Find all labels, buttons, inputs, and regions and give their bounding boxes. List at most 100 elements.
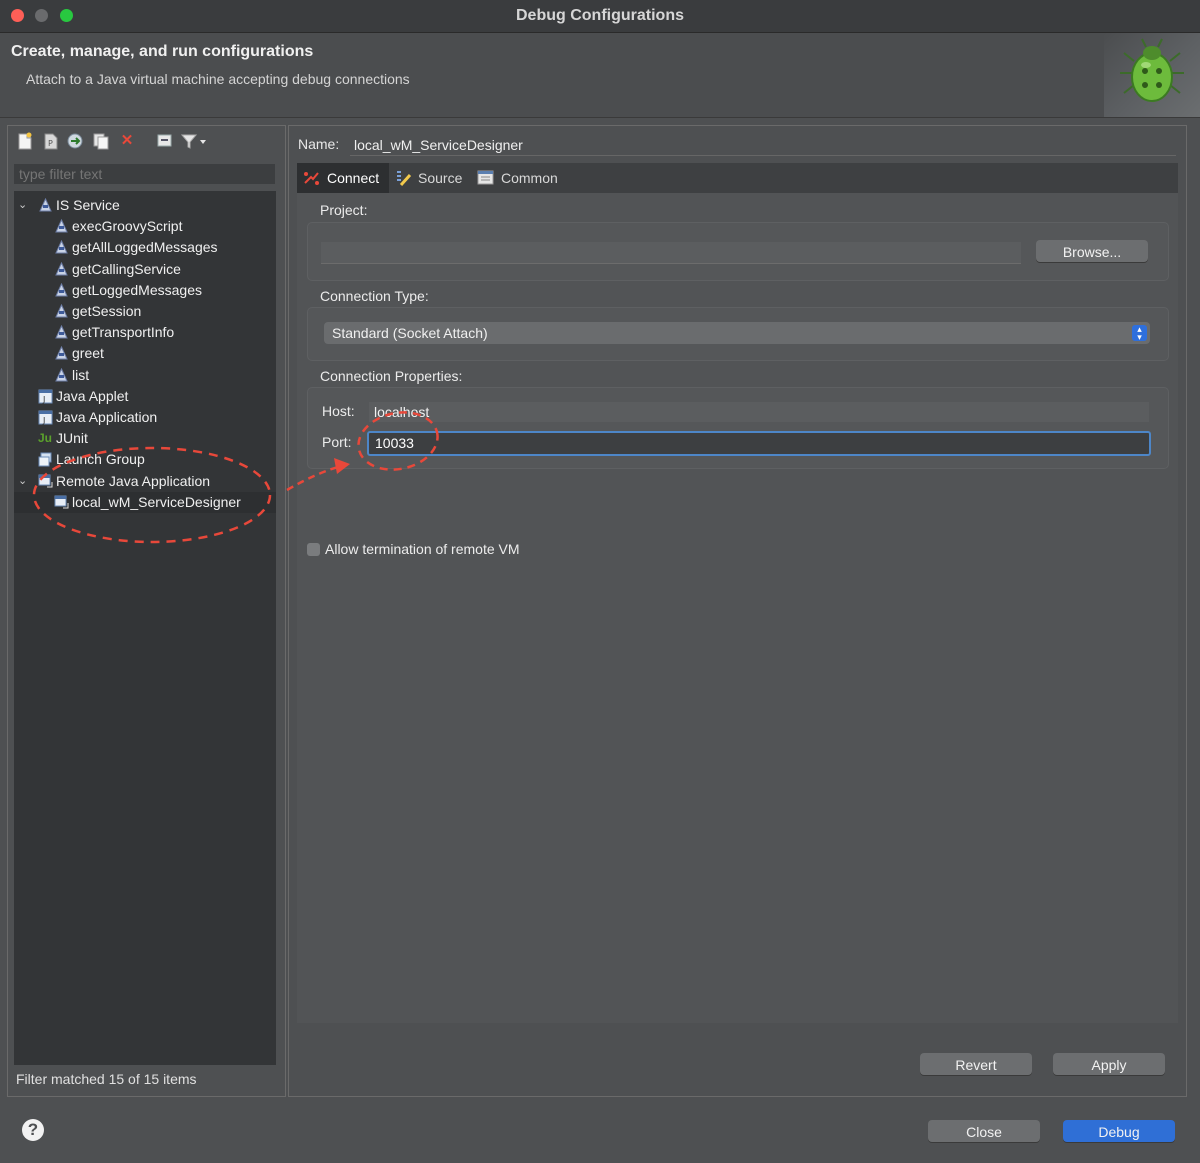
connection-type-label: Connection Type: [320,288,429,304]
window-title: Debug Configurations [516,7,684,24]
revert-button[interactable]: Revert [920,1053,1032,1075]
tree-item-label: list [72,366,90,383]
connection-type-group: Standard (Socket Attach) ▴ ▾ [307,307,1169,361]
tree-item-label: getSession [72,303,142,319]
tab-source[interactable]: Source [389,163,471,193]
browse-button[interactable]: Browse... [1036,240,1148,262]
tree-item-label: Launch Group [56,451,145,468]
configuration-editor: Name: Connect Source Common [288,125,1187,1097]
filter-icon[interactable] [180,132,208,150]
tree-item-label: Java Application [56,409,158,425]
launch-group-icon [38,452,53,467]
junit-icon: Ju [37,431,52,446]
tab-common[interactable]: Common [471,163,571,193]
tree-item-label: JUnit [56,430,88,447]
chevron-updown-icon: ▴ ▾ [1132,325,1147,342]
common-icon [477,170,494,186]
remote-java-icon [38,474,53,489]
tab-connect[interactable]: Connect [297,163,389,193]
tree-item[interactable]: Ju JUnit [14,428,276,449]
close-button[interactable]: Close [928,1120,1040,1142]
tree-item-label: Remote Java Application [56,472,211,489]
tree-item[interactable]: getCallingService [14,259,276,280]
allow-termination-checkbox[interactable] [307,543,320,556]
apply-button[interactable]: Apply [1053,1053,1165,1075]
is-service-icon [54,324,69,340]
tab-connect-label: Connect [327,170,380,186]
svg-text:P: P [48,139,53,148]
host-field[interactable]: localhost [369,402,1149,422]
project-field[interactable] [321,242,1021,264]
tree-item-label: greet [72,345,104,362]
is-service-icon [38,197,53,213]
host-label: Host: [322,403,355,419]
port-field[interactable]: 10033 [367,431,1151,456]
export-icon[interactable] [66,132,84,150]
new-config-icon[interactable] [16,132,34,150]
is-service-icon [54,240,69,255]
java-app-icon: J [38,389,53,404]
delete-icon[interactable]: ✕ [118,132,136,150]
dialog-header: Create, manage, and run configurations A… [0,33,1200,118]
name-label: Name: [298,136,340,152]
tree-item[interactable]: getTransportInfo [14,322,276,343]
svg-text:J: J [42,416,45,425]
port-label: Port: [322,434,352,450]
tab-common-label: Common [501,170,558,186]
tab-source-label: Source [418,170,463,186]
connect-icon [303,170,320,186]
project-label: Project: [320,202,368,218]
is-service-icon [54,367,69,383]
chevron-down-icon[interactable]: ⌄ [18,195,30,216]
collapse-all-icon[interactable] [156,132,174,150]
tree-item-label: getAllLoggedMessages [72,239,218,256]
is-service-icon [54,282,69,298]
new-prototype-icon[interactable]: P [42,132,60,150]
tree-item-label: Java Applet [56,387,129,404]
tree-item[interactable]: ⌄ IS Service [14,195,276,216]
debug-bug-icon [1104,33,1200,117]
project-group: Browse... [307,222,1169,281]
tree-item[interactable]: local_wM_ServiceDesigner [14,491,276,513]
chevron-down-icon[interactable]: ⌄ [18,471,30,492]
tree-item-label: getLoggedMessages [72,281,202,298]
tree-item[interactable]: ⌄ Remote Java Application [14,471,276,492]
help-icon[interactable]: ? [22,1119,44,1141]
debug-button[interactable]: Debug [1063,1120,1175,1142]
connection-properties-label: Connection Properties: [320,368,463,384]
name-field[interactable] [350,134,1176,156]
allow-termination-label: Allow termination of remote VM [325,541,520,557]
editor-tabs: Connect Source Common [297,163,1178,193]
is-service-icon [54,303,69,319]
tree-item-label: local_wM_ServiceDesigner [72,493,241,510]
svg-text:J: J [42,395,45,404]
tree-item-label: IS Service [56,197,120,213]
tree-item[interactable]: J Java Application [14,407,276,428]
tree-item[interactable]: getSession [14,301,276,322]
tree-item[interactable]: list [14,365,276,386]
filter-input[interactable] [14,164,275,184]
connection-type-select[interactable]: Standard (Socket Attach) ▴ ▾ [324,322,1150,344]
tree-item[interactable]: Launch Group [14,449,276,470]
tree-item-label: getCallingService [72,260,181,277]
tree-item[interactable]: getAllLoggedMessages [14,237,276,258]
tree-item[interactable]: J Java Applet [14,386,276,407]
duplicate-icon[interactable] [92,132,110,150]
source-icon [395,170,412,187]
tree-item[interactable]: execGroovyScript [14,216,276,237]
debug-configurations-window: Debug Configurations Create, manage, and… [0,0,1200,1163]
tree-item[interactable]: getLoggedMessages [14,280,276,301]
is-service-icon [54,346,69,361]
connection-type-value: Standard (Socket Attach) [332,325,488,341]
tree-item-label: execGroovyScript [72,218,183,235]
title-bar: Debug Configurations [0,0,1200,33]
configuration-tree: ⌄ IS Service execGroovyScript getAllLoggedM… [14,191,276,1065]
connection-properties-group: Host: localhost Port: 10033 [307,387,1169,469]
configurations-panel: P ✕ ⌄ IS Service execGroovyScript getAllLog… [7,125,286,1097]
tree-item[interactable]: greet [14,343,276,364]
header-subtitle: Attach to a Java virtual machine accepti… [26,71,410,87]
configurations-toolbar: P ✕ [14,130,274,154]
is-service-icon [54,218,69,234]
connect-tab-content: Project: Browse... Connection Type: Stan… [297,193,1178,1023]
remote-java-icon [54,495,69,510]
